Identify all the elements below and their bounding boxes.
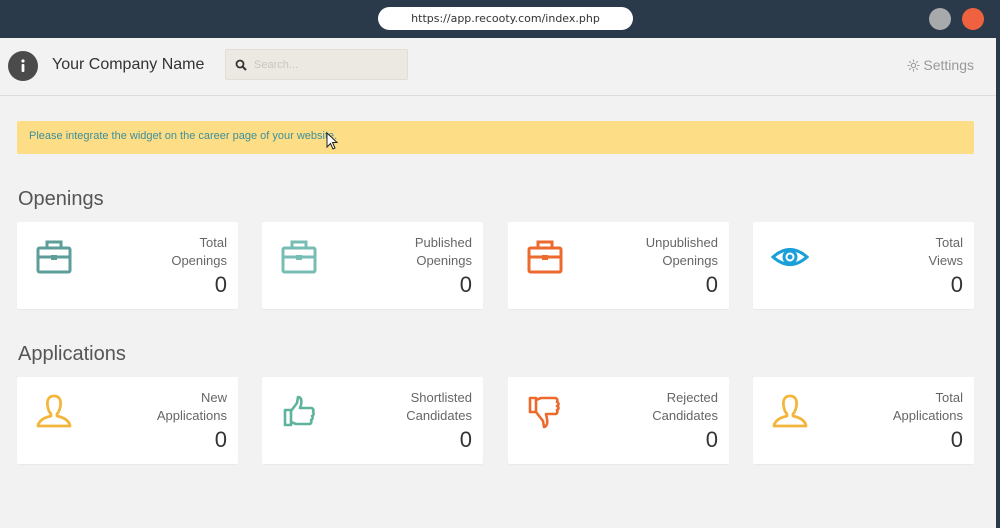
search-icon bbox=[235, 59, 247, 71]
applications-heading: Applications bbox=[18, 343, 126, 365]
card-label: Total Views bbox=[928, 235, 963, 268]
card-total-views[interactable]: Total Views 0 bbox=[753, 222, 974, 309]
thumbs-up-icon bbox=[283, 395, 315, 427]
briefcase-icon bbox=[527, 240, 563, 274]
address-bar[interactable]: https://app.recooty.com/index.php bbox=[378, 7, 633, 30]
search-input[interactable] bbox=[254, 56, 399, 74]
card-value: 0 bbox=[459, 427, 472, 452]
card-label: Rejected Candidates bbox=[652, 390, 718, 423]
settings-label: Settings bbox=[923, 57, 974, 73]
integration-alert: Please integrate the widget on the caree… bbox=[17, 121, 974, 154]
window-edge bbox=[996, 38, 1000, 528]
card-label: Shortlisted Candidates bbox=[406, 390, 472, 423]
card-label: Total Openings bbox=[171, 235, 227, 268]
card-published-openings[interactable]: Published Openings 0 bbox=[262, 222, 483, 309]
card-label: Unpublished Openings bbox=[645, 235, 718, 268]
card-rejected-candidates[interactable]: Rejected Candidates 0 bbox=[508, 377, 729, 464]
user-icon bbox=[36, 394, 72, 428]
card-new-applications[interactable]: New Applications 0 bbox=[17, 377, 238, 464]
eye-icon bbox=[771, 248, 809, 266]
briefcase-icon bbox=[281, 240, 317, 274]
app-window: Your Company Name Settings Please integr… bbox=[0, 38, 996, 528]
card-value: 0 bbox=[459, 272, 472, 297]
menu-button[interactable] bbox=[8, 51, 38, 81]
card-value: 0 bbox=[705, 427, 718, 452]
card-shortlisted-candidates[interactable]: Shortlisted Candidates 0 bbox=[262, 377, 483, 464]
card-total-openings[interactable]: Total Openings 0 bbox=[17, 222, 238, 309]
top-header: Your Company Name Settings bbox=[0, 38, 996, 96]
briefcase-icon bbox=[36, 240, 72, 274]
card-label: Total Applications bbox=[892, 390, 963, 423]
openings-heading: Openings bbox=[18, 188, 104, 210]
card-unpublished-openings[interactable]: Unpublished Openings 0 bbox=[508, 222, 729, 309]
card-label: Published Openings bbox=[414, 235, 472, 268]
minimize-button[interactable] bbox=[929, 8, 951, 30]
mouse-cursor-icon bbox=[326, 132, 338, 150]
card-value: 0 bbox=[950, 427, 963, 452]
settings-link[interactable]: Settings bbox=[907, 57, 974, 73]
card-value: 0 bbox=[214, 427, 227, 452]
card-total-applications[interactable]: Total Applications 0 bbox=[753, 377, 974, 464]
card-value: 0 bbox=[705, 272, 718, 297]
gear-icon bbox=[907, 59, 920, 71]
company-name: Your Company Name bbox=[52, 56, 205, 73]
thumbs-down-icon bbox=[528, 396, 560, 429]
card-value: 0 bbox=[950, 272, 963, 297]
close-button[interactable] bbox=[962, 8, 984, 30]
card-label: New Applications bbox=[156, 390, 227, 423]
kebab-icon bbox=[21, 59, 25, 72]
user-icon bbox=[772, 394, 808, 428]
search-box[interactable] bbox=[225, 49, 408, 80]
browser-titlebar: https://app.recooty.com/index.php bbox=[0, 0, 1000, 38]
card-value: 0 bbox=[214, 272, 227, 297]
